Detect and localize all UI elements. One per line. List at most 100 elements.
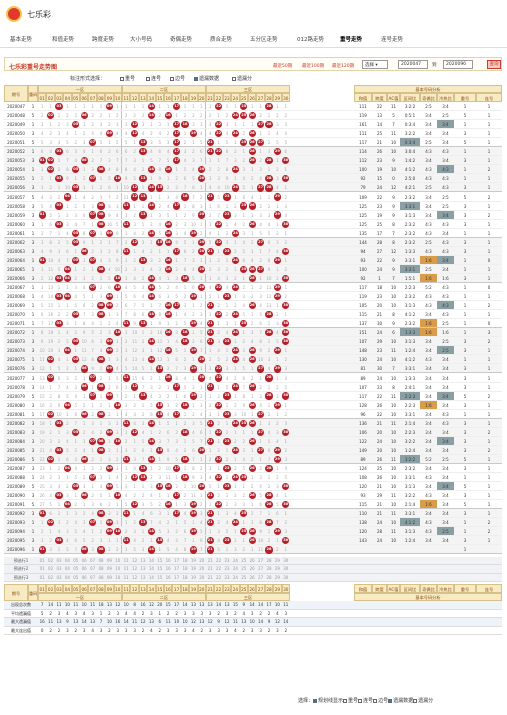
predict-cell[interactable]: 01 — [38, 557, 46, 565]
predict-cell[interactable]: 26 — [248, 565, 256, 573]
predict-cell[interactable]: 24 — [231, 565, 239, 573]
checkbox-icon[interactable] — [358, 698, 363, 703]
option-0[interactable]: 规划线显示 — [313, 698, 343, 704]
option-5[interactable]: 遗漏分 — [413, 698, 433, 704]
predict-cell[interactable]: 11 — [122, 557, 130, 565]
nav-item-5[interactable]: 质合走势 — [210, 35, 232, 43]
nav-item-6[interactable]: 五分区走势 — [250, 35, 278, 43]
option-4[interactable]: 遗漏数据 — [388, 698, 413, 704]
predict-cell[interactable]: 08 — [97, 557, 105, 565]
predict-cell[interactable]: 24 — [231, 557, 239, 565]
nav-item-9[interactable]: 连号走势 — [381, 35, 403, 43]
option-4[interactable]: 遗漏分 — [232, 75, 252, 82]
predict-cell[interactable]: 05 — [72, 574, 80, 582]
predict-cell[interactable]: 04 — [63, 557, 71, 565]
checkbox-icon[interactable] — [146, 76, 150, 81]
checkbox-icon[interactable] — [343, 698, 348, 703]
option-2[interactable]: 边号 — [170, 75, 185, 82]
nav-item-1[interactable]: 和值走势 — [52, 35, 74, 43]
predict-cell[interactable]: 13 — [139, 557, 147, 565]
predict-cell[interactable]: 18 — [181, 557, 189, 565]
predict-cell[interactable]: 05 — [72, 557, 80, 565]
nav-item-7[interactable]: 012路走势 — [297, 35, 324, 43]
predict-cell[interactable]: 30 — [282, 565, 290, 573]
predict-cell[interactable]: 17 — [172, 574, 180, 582]
option-2[interactable]: 连号 — [358, 698, 373, 704]
predict-cell[interactable]: 16 — [164, 574, 172, 582]
predict-cell[interactable]: 25 — [240, 574, 248, 582]
predict-cell[interactable]: 09 — [105, 565, 113, 573]
predict-cell[interactable]: 21 — [206, 565, 214, 573]
predict-cell[interactable]: 13 — [139, 565, 147, 573]
predict-cell[interactable]: 14 — [147, 557, 155, 565]
quick-50[interactable]: 最近50期 — [273, 63, 292, 69]
predict-cell[interactable]: 30 — [282, 574, 290, 582]
predict-cell[interactable]: 29 — [273, 574, 281, 582]
quick-120[interactable]: 最近120期 — [332, 63, 354, 69]
predict-cell[interactable]: 12 — [130, 557, 138, 565]
predict-cell[interactable]: 15 — [156, 574, 164, 582]
predict-cell[interactable]: 06 — [80, 574, 88, 582]
predict-cell[interactable]: 07 — [88, 574, 96, 582]
predict-cell[interactable]: 18 — [181, 565, 189, 573]
predict-cell[interactable]: 13 — [139, 574, 147, 582]
predict-cell[interactable]: 30 — [282, 557, 290, 565]
predict-cell[interactable]: 19 — [189, 557, 197, 565]
predict-cell[interactable]: 23 — [223, 557, 231, 565]
nav-item-2[interactable]: 跨度走势 — [92, 35, 114, 43]
predict-cell[interactable]: 28 — [265, 574, 273, 582]
from-issue-input[interactable]: 2020047 — [398, 60, 428, 69]
predict-cell[interactable]: 15 — [156, 557, 164, 565]
predict-cell[interactable]: 21 — [206, 557, 214, 565]
predict-cell[interactable]: 08 — [97, 574, 105, 582]
predict-cell[interactable]: 24 — [231, 574, 239, 582]
predict-cell[interactable]: 26 — [248, 557, 256, 565]
predict-cell[interactable]: 23 — [223, 574, 231, 582]
checkbox-icon[interactable] — [194, 76, 198, 81]
predict-cell[interactable]: 02 — [46, 557, 54, 565]
predict-cell[interactable]: 03 — [55, 557, 63, 565]
checkbox-icon[interactable] — [120, 76, 124, 81]
predict-cell[interactable]: 04 — [63, 574, 71, 582]
option-1[interactable]: 重号 — [343, 698, 358, 704]
option-1[interactable]: 连号 — [146, 75, 161, 82]
predict-cell[interactable]: 27 — [256, 565, 264, 573]
predict-cell[interactable]: 21 — [206, 574, 214, 582]
option-3[interactable]: 边号 — [373, 698, 388, 704]
predict-cell[interactable]: 04 — [63, 565, 71, 573]
predict-row[interactable]: 预选行2 01 02 03 04 05 06 07 08 09 10 11 12 13 14 15 16 17 18… — [4, 565, 502, 574]
predict-row[interactable]: 预选行3 01 02 03 04 05 06 07 08 09 10 11 12 13 14 15 16 17 18… — [4, 573, 502, 582]
option-0[interactable]: 重号 — [120, 75, 135, 82]
predict-cell[interactable]: 11 — [122, 565, 130, 573]
predict-cell[interactable]: 22 — [214, 557, 222, 565]
quick-100[interactable]: 最近100期 — [302, 63, 324, 69]
predict-cell[interactable]: 22 — [214, 574, 222, 582]
query-button[interactable]: 查询 — [487, 60, 501, 69]
predict-cell[interactable]: 07 — [88, 565, 96, 573]
predict-cell[interactable]: 27 — [256, 574, 264, 582]
predict-cell[interactable]: 28 — [265, 557, 273, 565]
predict-cell[interactable]: 25 — [240, 565, 248, 573]
predict-cell[interactable]: 12 — [130, 565, 138, 573]
nav-item-0[interactable]: 基本走势 — [10, 35, 32, 43]
nav-item-8[interactable]: 重号走势 — [340, 35, 362, 43]
nav-item-4[interactable]: 奇偶走势 — [170, 35, 192, 43]
predict-cell[interactable]: 16 — [164, 565, 172, 573]
predict-cell[interactable]: 15 — [156, 565, 164, 573]
predict-cell[interactable]: 10 — [114, 565, 122, 573]
predict-cell[interactable]: 18 — [181, 574, 189, 582]
predict-cell[interactable]: 08 — [97, 565, 105, 573]
predict-cell[interactable]: 02 — [46, 565, 54, 573]
predict-row[interactable]: 预选行1 01 02 03 04 05 06 07 08 09 10 11 12 13 14 15 16 17 18… — [4, 556, 502, 565]
predict-cell[interactable]: 28 — [265, 565, 273, 573]
predict-cell[interactable]: 11 — [122, 574, 130, 582]
checkbox-icon[interactable] — [313, 698, 318, 703]
predict-cell[interactable]: 03 — [55, 574, 63, 582]
predict-cell[interactable]: 14 — [147, 565, 155, 573]
predict-cell[interactable]: 29 — [273, 557, 281, 565]
predict-cell[interactable]: 01 — [38, 574, 46, 582]
checkbox-icon[interactable] — [373, 698, 378, 703]
predict-cell[interactable]: 02 — [46, 574, 54, 582]
predict-cell[interactable]: 22 — [214, 565, 222, 573]
predict-cell[interactable]: 09 — [105, 574, 113, 582]
